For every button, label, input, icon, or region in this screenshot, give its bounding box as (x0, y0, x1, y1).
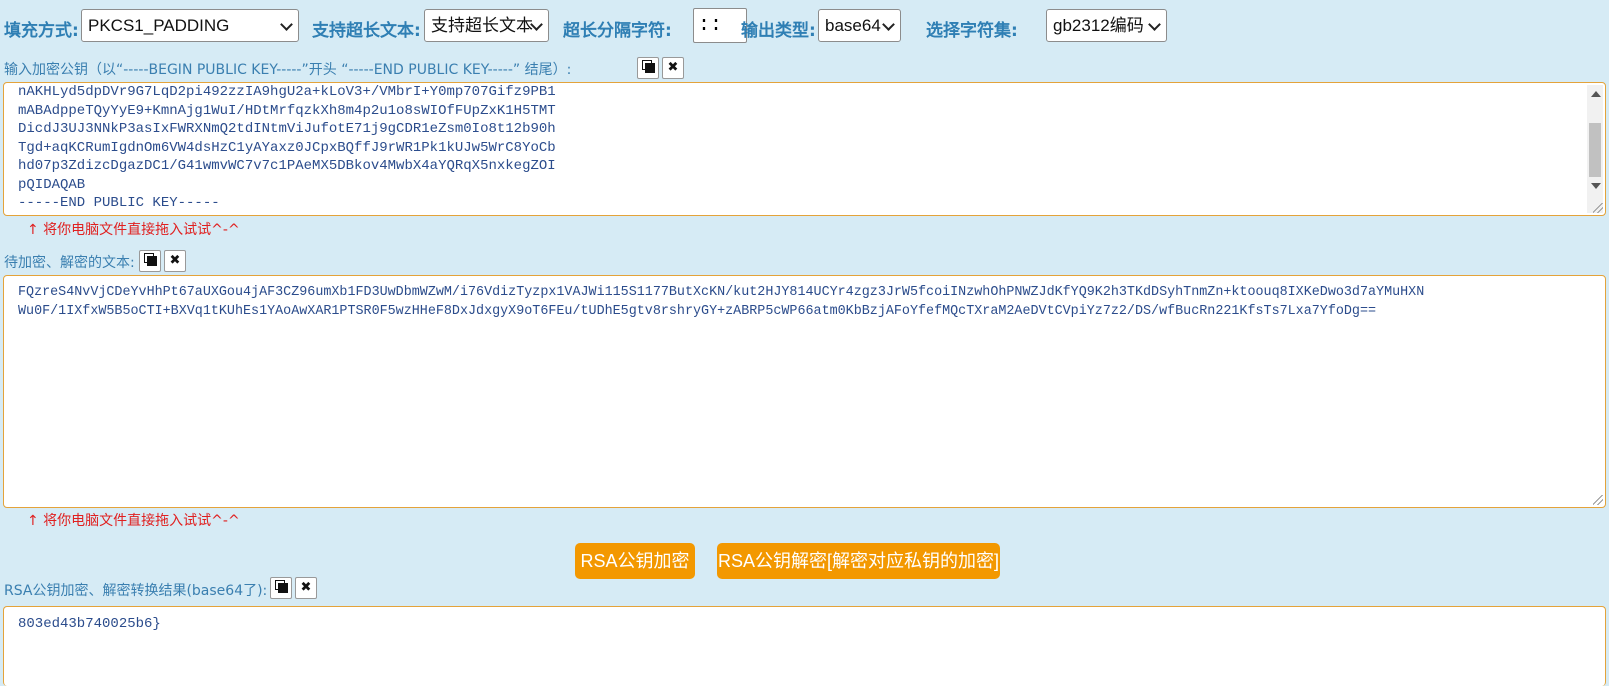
result-clear-button[interactable]: ✖ (295, 577, 317, 599)
pubkey-line: pQIDAQAB (18, 176, 86, 193)
output-type-select[interactable]: base64 (818, 9, 901, 42)
plaintext-clear-button[interactable]: ✖ (164, 250, 186, 272)
pubkey-line: hd07p3ZdizcDgazDC1/G41wmvWC7v7c1PAeMX5DB… (18, 158, 556, 174)
toolbar: 填充方式: PKCS1_PADDING 支持超长文本: 支持超长文本 超长分隔字… (0, 8, 1609, 44)
scroll-up-icon[interactable] (1591, 91, 1601, 97)
chevron-down-icon (1148, 18, 1161, 31)
resize-grip-icon[interactable] (1593, 495, 1603, 505)
chevron-down-icon (280, 18, 293, 31)
scroll-down-icon[interactable] (1591, 183, 1601, 189)
rsa-encrypt-button[interactable]: RSA公钥加密 (575, 543, 695, 579)
result-text: 803ed43b740025b6} (18, 616, 161, 632)
pubkey-label: 输入加密公钥（以“-----BEGIN PUBLIC KEY-----”开头 “… (4, 62, 572, 78)
separator-input[interactable]: :: (693, 8, 747, 43)
longtext-select[interactable]: 支持超长文本 (424, 9, 549, 42)
result-copy-button[interactable] (270, 577, 292, 599)
plaintext-copy-button[interactable] (139, 250, 161, 272)
charset-select[interactable]: gb2312编码 (1046, 9, 1167, 42)
pubkey-drag-hint: ↑ 将你电脑文件直接拖入试试^-^ (27, 222, 240, 238)
chevron-down-icon (882, 18, 895, 31)
pubkey-line: mABAdppeTQyYyE9+KmnAjg1WuI/HDtMrfqzkXh8m… (18, 102, 556, 119)
output-type-label: 输出类型: (741, 21, 816, 41)
rsa-decrypt-button[interactable]: RSA公钥解密[解密对应私钥的加密] (717, 543, 1000, 579)
charset-select-value: gb2312编码 (1053, 16, 1144, 35)
copy-icon (642, 60, 655, 73)
separator-label: 超长分隔字符: (563, 21, 672, 41)
pubkey-scrollbar[interactable] (1587, 85, 1603, 213)
pubkey-line: DicdJ3UJ3NNkP3asIxFWRXNmQ2tdINtmViJufotE… (18, 121, 556, 137)
close-icon: ✖ (300, 580, 312, 595)
copy-icon (144, 253, 157, 266)
pubkey-textarea[interactable]: nAKHLyd5dpDVr9G7LqD2pi492zzIA9hgU2a+kLoV… (3, 82, 1606, 216)
pubkey-line: -----END PUBLIC KEY----- (18, 195, 220, 211)
pubkey-copy-button[interactable] (637, 57, 659, 79)
plaintext-drag-hint: ↑ 将你电脑文件直接拖入试试^-^ (27, 513, 240, 529)
longtext-select-value: 支持超长文本 (431, 16, 533, 35)
plaintext-line: FQzreS4NvVjCDeYvHhPt67aUXGou4jAF3CZ96umX… (18, 285, 1425, 300)
plaintext-line: Wu0F/1IXfxW5B5oCTI+BXVq1tKUhEs1YAoAwXAR1… (18, 303, 1377, 319)
padding-select-value: PKCS1_PADDING (88, 16, 230, 35)
close-icon: ✖ (169, 253, 181, 268)
plaintext-textarea[interactable]: FQzreS4NvVjCDeYvHhPt67aUXGou4jAF3CZ96umX… (3, 275, 1606, 508)
padding-label: 填充方式: (4, 21, 79, 41)
resize-grip-icon[interactable] (1593, 203, 1603, 213)
longtext-label: 支持超长文本: (312, 21, 421, 41)
scrollbar-thumb[interactable] (1589, 123, 1601, 177)
padding-select[interactable]: PKCS1_PADDING (81, 9, 299, 42)
pubkey-line: nAKHLyd5dpDVr9G7LqD2pi492zzIA9hgU2a+kLoV… (18, 84, 556, 100)
result-label: RSA公钥加密、解密转换结果(base64了): (4, 583, 268, 599)
pubkey-line: Tgd+aqKCRumIgdnOm6VW4dsHzC1yAYaxz0JCpxBQ… (18, 139, 556, 156)
charset-label: 选择字符集: (926, 21, 1018, 41)
pubkey-clear-button[interactable]: ✖ (662, 57, 684, 79)
output-type-select-value: base64 (825, 16, 881, 35)
plaintext-label: 待加密、解密的文本: (4, 255, 135, 271)
close-icon: ✖ (667, 60, 679, 75)
copy-icon (275, 580, 288, 593)
result-textarea[interactable]: 803ed43b740025b6} (3, 606, 1606, 686)
